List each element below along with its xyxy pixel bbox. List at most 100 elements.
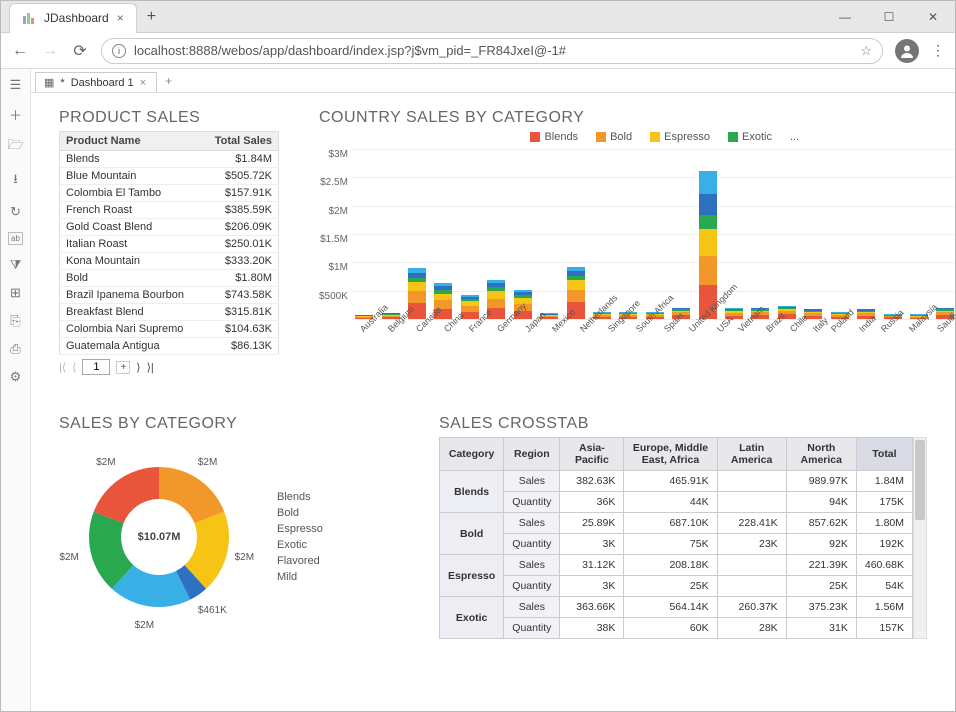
donut-chart[interactable]: $10.07M $2M$2M$461K$2M$2M$2M — [59, 437, 259, 637]
legend-item[interactable]: Blends — [271, 491, 323, 503]
table-row[interactable]: Breakfast Blend$315.81K — [60, 304, 279, 321]
dashboard-doc-icon: ▦ — [44, 76, 54, 89]
profile-avatar-icon[interactable] — [895, 39, 919, 63]
layout-icon[interactable]: ⊞ — [10, 285, 21, 301]
close-window-icon[interactable]: ✕ — [911, 2, 955, 32]
bar-chart[interactable] — [352, 149, 955, 319]
legend-more[interactable]: ... — [790, 131, 799, 143]
table-row[interactable]: Quantity3K75K23K92K192K — [440, 534, 913, 555]
product-sales-panel: PRODUCT SALES Product Name Total Sales B… — [59, 109, 279, 375]
menu-icon[interactable]: ⋮ — [931, 42, 945, 59]
print-icon[interactable]: ⎙ — [10, 341, 20, 357]
product-sales-table: Product Name Total Sales Blends$1.84MBlu… — [59, 131, 279, 355]
ct-header[interactable]: Latin America — [717, 438, 786, 471]
table-row[interactable]: Colombia El Tambo$157.91K — [60, 185, 279, 202]
legend-item[interactable]: Bold — [271, 507, 323, 519]
site-info-icon[interactable]: i — [112, 44, 126, 58]
product-sales-title: PRODUCT SALES — [59, 109, 279, 127]
ct-header[interactable]: North America — [786, 438, 856, 471]
table-row[interactable]: Kona Mountain$333.20K — [60, 253, 279, 270]
donut-slice-label: $2M — [96, 457, 115, 468]
table-row[interactable]: Bold$1.80M — [60, 270, 279, 287]
browser-tab[interactable]: JDashboard × — [9, 3, 137, 33]
download-icon[interactable]: ⭳ — [13, 170, 18, 192]
field-icon[interactable]: ab — [8, 232, 23, 245]
address-bar: ← → ⟳ i localhost:8888/webos/app/dashboa… — [1, 33, 955, 69]
left-toolbar: ☰ ＋ 🗁 ⭳ ↻ ab ⧩ ⊞ ⎘ ⎙ ⚙ — [1, 69, 31, 711]
ct-header[interactable]: Region — [504, 438, 560, 471]
legend-item[interactable]: Mild — [271, 571, 323, 583]
table-row[interactable]: EspressoSales31.12K208.18K221.39K460.68K — [440, 555, 913, 576]
export-icon[interactable]: ⎘ — [10, 313, 20, 329]
last-page-icon[interactable]: ⟩| — [147, 361, 154, 374]
col-total[interactable]: Total Sales — [202, 132, 278, 151]
table-row[interactable]: Blue Mountain$505.72K — [60, 168, 279, 185]
legend-item[interactable]: Blends — [530, 131, 578, 143]
y-axis: $3M$2.5M$2M$1.5M$1M$500K — [319, 149, 352, 319]
document-tabs: ▦ * Dashboard 1 × + — [31, 69, 955, 93]
tab-favicon-icon — [22, 11, 36, 25]
table-row[interactable]: Quantity38K60K28K31K157K — [440, 618, 913, 639]
maximize-icon[interactable]: ☐ — [867, 2, 911, 32]
legend-item[interactable]: Espresso — [650, 131, 710, 143]
forward-icon[interactable]: → — [41, 42, 59, 60]
crosstab-title: SALES CROSSTAB — [439, 415, 927, 433]
table-row[interactable]: Blends$1.84M — [60, 151, 279, 168]
add-doc-tab-button[interactable]: + — [165, 74, 172, 92]
plus-icon[interactable]: ＋ — [9, 105, 22, 124]
table-row[interactable]: BoldSales25.89K687.10K228.41K857.62K1.80… — [440, 513, 913, 534]
scrollbar[interactable] — [913, 437, 927, 639]
table-row[interactable]: Quantity36K44K94K175K — [440, 492, 913, 513]
legend-item[interactable]: Bold — [596, 131, 632, 143]
list-icon[interactable]: ☰ — [10, 77, 22, 93]
settings-icon[interactable]: ⚙ — [10, 369, 22, 385]
url-field[interactable]: i localhost:8888/webos/app/dashboard/ind… — [101, 38, 883, 64]
doc-tab-label: Dashboard 1 — [71, 77, 134, 89]
donut-slice-label: $2M — [235, 552, 254, 563]
first-page-icon[interactable]: |⟨ — [59, 361, 66, 374]
sales-by-category-panel: SALES BY CATEGORY $10.07M $2M$2M$461K$2M… — [59, 415, 399, 639]
prev-page-icon[interactable]: ⟨ — [72, 361, 76, 374]
doc-tab-prefix: * — [60, 77, 64, 89]
legend-item[interactable]: Exotic — [728, 131, 772, 143]
crosstab-table: Category Region Asia-Pacific Europe, Mid… — [439, 437, 913, 639]
table-row[interactable]: Gold Coast Blend$206.09K — [60, 219, 279, 236]
close-icon[interactable]: × — [117, 11, 124, 25]
donut-slice-label: $2M — [135, 620, 154, 631]
page-input[interactable] — [82, 359, 110, 375]
legend-item[interactable]: Exotic — [271, 539, 323, 551]
tab-title: JDashboard — [44, 11, 109, 25]
refresh-icon[interactable]: ↻ — [10, 204, 21, 220]
minimize-icon[interactable]: — — [823, 2, 867, 32]
ct-header[interactable]: Europe, Middle East, Africa — [624, 438, 717, 471]
back-icon[interactable]: ← — [11, 42, 29, 60]
table-row[interactable]: Italian Roast$250.01K — [60, 236, 279, 253]
table-row[interactable]: Quantity3K25K25K54K — [440, 576, 913, 597]
close-icon[interactable]: × — [140, 77, 146, 89]
legend-item[interactable]: Flavored — [271, 555, 323, 567]
table-row[interactable]: Guatemala Antigua$86.13K — [60, 338, 279, 355]
browser-titlebar: JDashboard × + — ☐ ✕ — [1, 1, 955, 33]
ct-header[interactable]: Category — [440, 438, 504, 471]
x-axis: AustraliaBelgiumCanadaChinaFranceGermany… — [352, 321, 955, 361]
table-row[interactable]: BlendsSales382.63K465.91K989.97K1.84M — [440, 471, 913, 492]
document-tab[interactable]: ▦ * Dashboard 1 × — [35, 72, 157, 92]
next-page-icon[interactable]: ⟩ — [136, 361, 140, 374]
new-tab-button[interactable]: + — [147, 8, 156, 26]
filter-icon[interactable]: ⧩ — [10, 257, 22, 273]
country-chart-legend: Blends Bold Espresso Exotic ... — [319, 131, 955, 143]
ct-header[interactable]: Asia-Pacific — [560, 438, 624, 471]
open-icon[interactable]: 🗁 — [7, 136, 23, 158]
country-chart-panel: COUNTRY SALES BY CATEGORY Blends Bold Es… — [319, 109, 955, 349]
ct-header[interactable]: Total — [856, 438, 912, 471]
table-row[interactable]: Brazil Ipanema Bourbon$743.58K — [60, 287, 279, 304]
donut-center-label: $10.07M — [138, 531, 181, 543]
bookmark-star-icon[interactable]: ☆ — [860, 43, 872, 59]
table-row[interactable]: French Roast$385.59K — [60, 202, 279, 219]
table-row[interactable]: ExoticSales363.66K564.14K260.37K375.23K1… — [440, 597, 913, 618]
reload-icon[interactable]: ⟳ — [71, 41, 89, 61]
add-page-button[interactable]: + — [116, 361, 130, 374]
table-row[interactable]: Colombia Nari Supremo$104.63K — [60, 321, 279, 338]
legend-item[interactable]: Espresso — [271, 523, 323, 535]
col-name[interactable]: Product Name — [60, 132, 203, 151]
